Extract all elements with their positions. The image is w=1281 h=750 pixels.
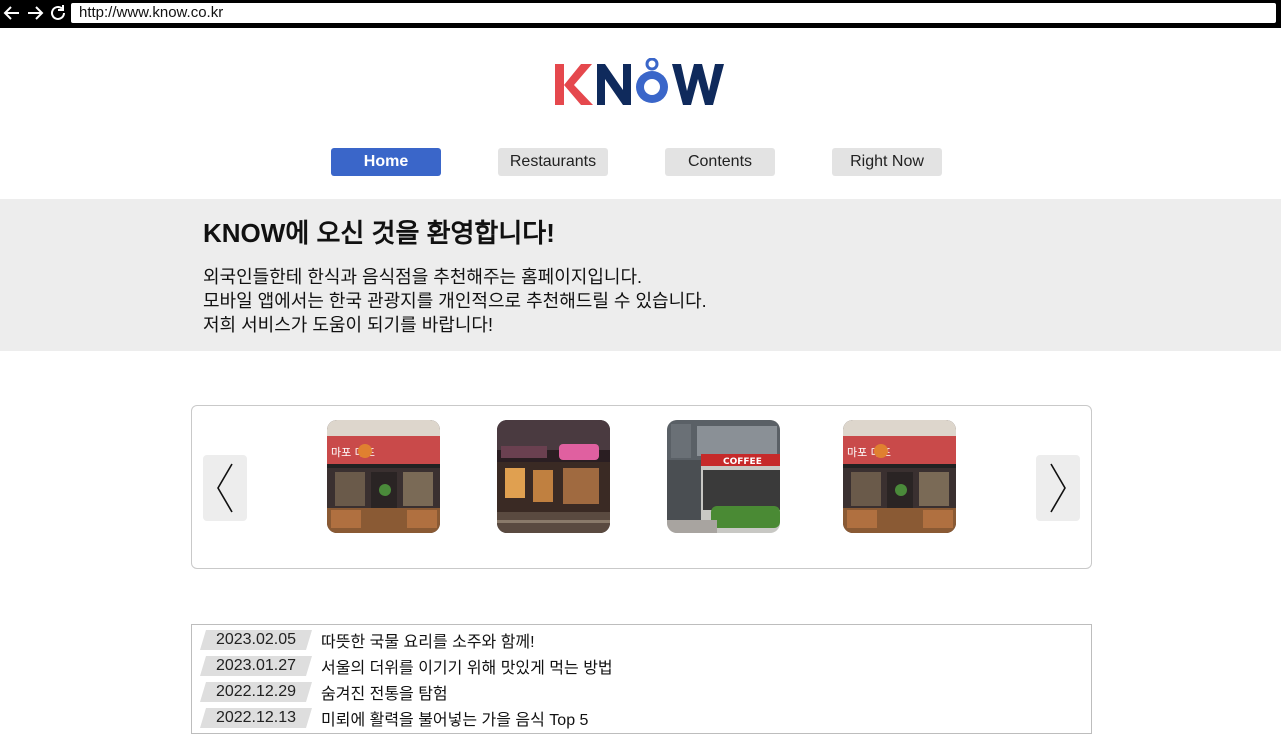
mapo-restaurant-photo-2[interactable]: 마포 대포	[843, 420, 956, 533]
tab-right-now[interactable]: Right Now	[832, 148, 942, 176]
logo-letter-n	[597, 64, 631, 105]
news-date: 2022.12.13	[200, 708, 312, 728]
news-title[interactable]: 서울의 더위를 이기기 위해 맛있게 먹는 방법	[321, 654, 613, 678]
arrow-left-icon[interactable]	[2, 3, 22, 23]
news-item[interactable]: 2022.12.29 숨겨진 전통을 탐험	[200, 681, 448, 703]
news-item[interactable]: 2023.02.05 따뜻한 국물 요리를 소주와 함께!	[200, 629, 535, 651]
news-item[interactable]: 2023.01.27 서울의 더위를 이기기 위해 맛있게 먹는 방법	[200, 655, 613, 677]
news-title[interactable]: 숨겨진 전통을 탐험	[321, 680, 448, 704]
carousel-next-button[interactable]	[1036, 455, 1080, 521]
know-logo[interactable]	[553, 57, 733, 110]
logo-letter-w	[672, 64, 724, 105]
mapo-restaurant-photo[interactable]: 마포 대포	[327, 420, 440, 533]
welcome-title: KNOW에 오신 것을 환영합니다!	[203, 218, 555, 248]
welcome-line: 외국인들한테 한식과 음식점을 추천해주는 홈페이지입니다.	[203, 267, 643, 287]
tab-restaurants[interactable]: Restaurants	[498, 148, 608, 176]
pub-night-photo[interactable]	[497, 420, 610, 533]
reload-icon[interactable]	[48, 3, 68, 23]
welcome-description: 외국인들한테 한식과 음식점을 추천해주는 홈페이지입니다. 모바일 앱에서는 …	[203, 265, 707, 337]
carousel-prev-button[interactable]	[203, 455, 247, 521]
logo-pin-o	[636, 57, 668, 103]
sign-text: COFFEE	[723, 457, 762, 467]
coffee-shop-photo[interactable]: COFFEE	[667, 420, 780, 533]
chevron-right-icon	[1050, 463, 1066, 513]
welcome-banner: KNOW에 오신 것을 환영합니다! 외국인들한테 한식과 음식점을 추천해주는…	[0, 199, 1281, 351]
news-date: 2023.02.05	[200, 630, 312, 650]
news-title[interactable]: 미뢰에 활력을 불어넣는 가을 음식 Top 5	[321, 706, 588, 730]
news-list: 2023.02.05 따뜻한 국물 요리를 소주와 함께! 2023.01.27…	[191, 624, 1092, 734]
logo-letter-k	[555, 64, 593, 105]
tab-home[interactable]: Home	[331, 148, 441, 176]
address-bar[interactable]: http://www.know.co.kr	[71, 3, 1276, 23]
browser-toolbar: http://www.know.co.kr	[0, 0, 1281, 28]
news-date: 2022.12.29	[200, 682, 312, 702]
news-date: 2023.01.27	[200, 656, 312, 676]
news-title[interactable]: 따뜻한 국물 요리를 소주와 함께!	[321, 628, 535, 652]
welcome-line: 저희 서비스가 도움이 되기를 바랍니다!	[203, 315, 493, 335]
news-item[interactable]: 2022.12.13 미뢰에 활력을 불어넣는 가을 음식 Top 5	[200, 707, 588, 729]
welcome-line: 모바일 앱에서는 한국 관광지를 개인적으로 추천해드릴 수 있습니다.	[203, 291, 707, 311]
tab-contents[interactable]: Contents	[665, 148, 775, 176]
arrow-right-icon[interactable]	[25, 3, 45, 23]
restaurant-carousel: 마포 대포 COFFEE 마포 대포	[191, 405, 1092, 569]
chevron-left-icon	[217, 463, 233, 513]
